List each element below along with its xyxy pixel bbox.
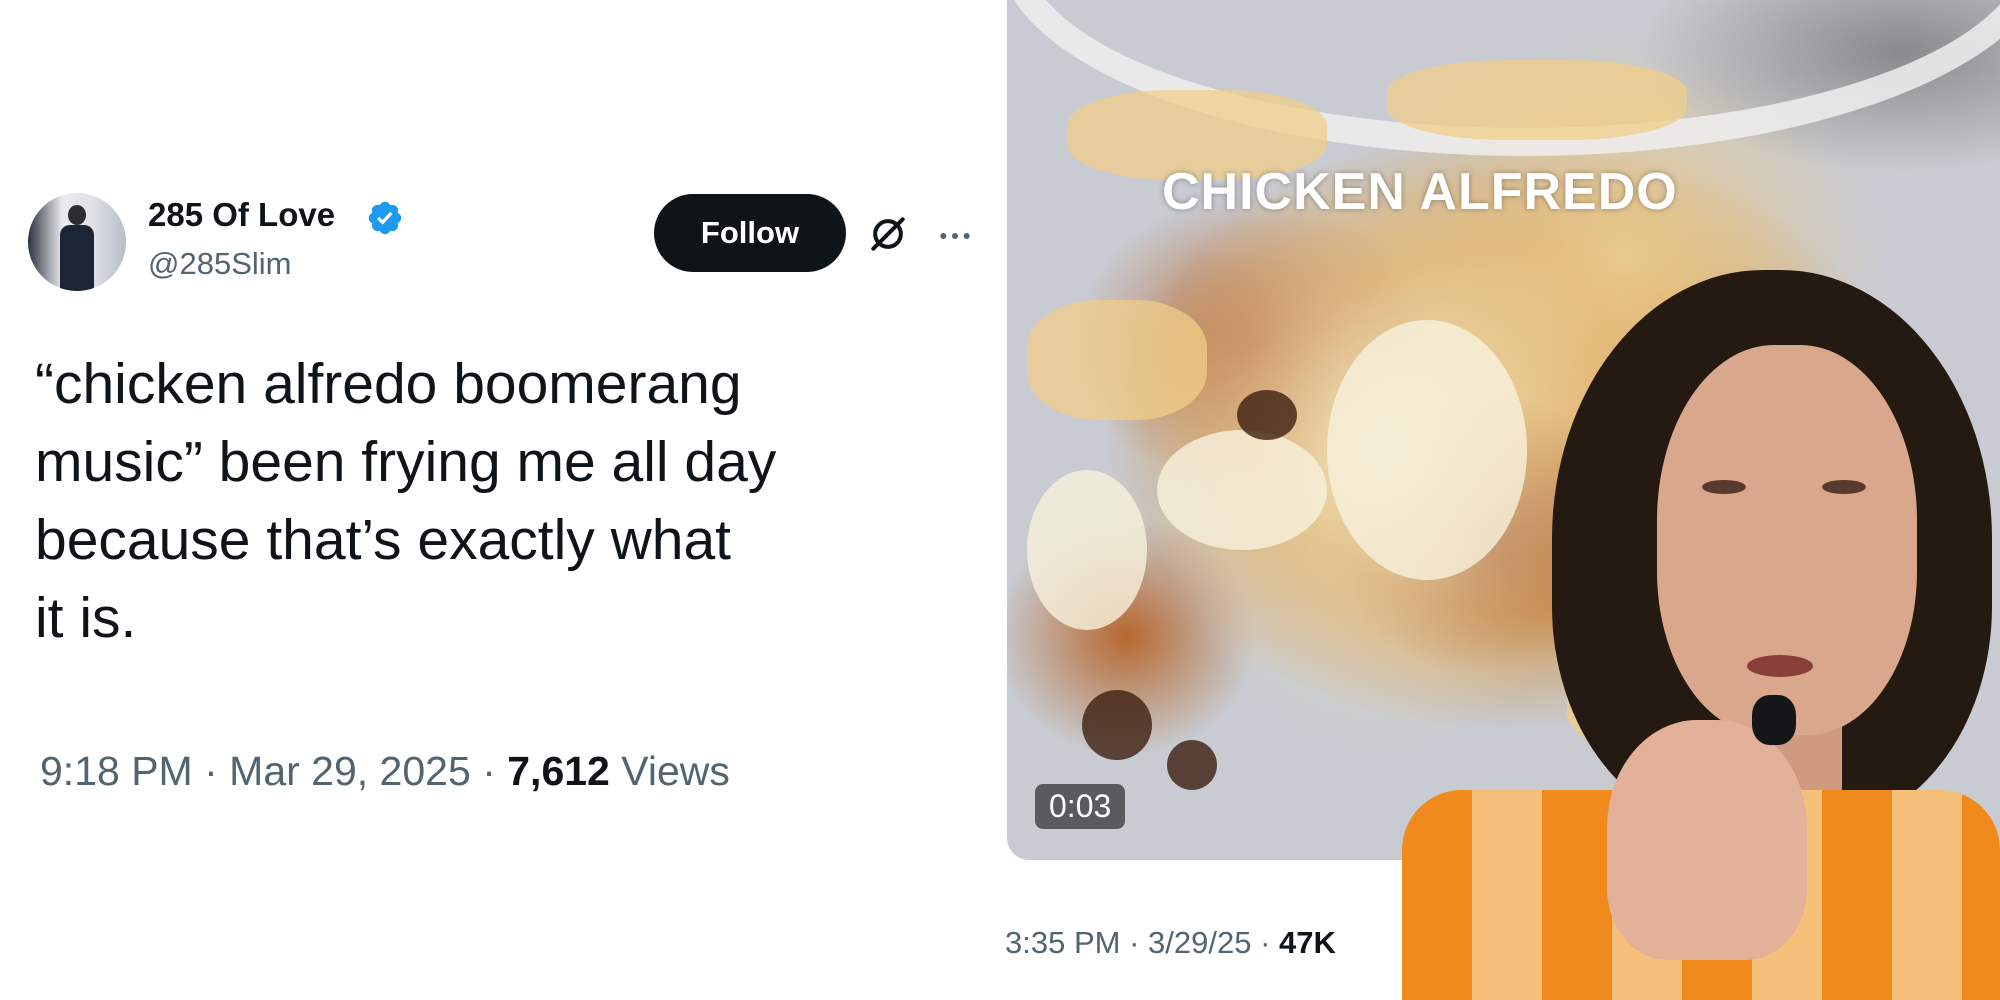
tweet-text-line: it is. [35,586,137,650]
char-spot [1237,390,1297,440]
tweet-text: “chicken alfredo boomerang music” been f… [35,345,990,657]
tweet-meta: 9:18 PM · Mar 29, 2025 · 7,612 Views [40,748,730,795]
avatar[interactable] [28,193,126,291]
verified-badge-icon [368,201,402,235]
video-caption: CHICKEN ALFREDO [1162,163,1678,221]
views-label: Views [621,748,730,794]
pasta-shape [1387,60,1687,140]
sauce-blob [1027,470,1147,630]
video-views-count: 47K [1279,925,1336,960]
earbud [1752,695,1796,745]
meta-separator: · [1260,925,1271,960]
sauce-blob [1157,430,1327,550]
person-eye [1822,480,1866,494]
pasta-shape [1027,300,1207,420]
display-name[interactable]: 285 Of Love [148,196,335,234]
tweet-text-line: because that’s exactly what [35,508,732,572]
meta-separator: · [482,748,496,794]
char-spot [1082,690,1152,760]
tweet-text-line: music” been frying me all day [35,430,777,494]
video-post-time[interactable]: 3:35 PM [1005,925,1120,960]
person-eye [1702,480,1746,494]
video-post-date[interactable]: 3/29/25 [1148,925,1251,960]
follow-button[interactable]: Follow [654,194,846,272]
avatar-torso [60,225,94,291]
person-mouth [1747,655,1813,677]
person-hand [1607,720,1807,960]
user-handle[interactable]: @285Slim [148,246,291,282]
grok-icon[interactable] [866,212,910,256]
views-count: 7,612 [507,748,610,794]
meta-separator: · [1129,925,1140,960]
more-icon[interactable] [935,216,975,256]
tweet-time[interactable]: 9:18 PM [40,748,193,794]
tweet-date[interactable]: Mar 29, 2025 [229,748,471,794]
tweet-text-line: “chicken alfredo boomerang [35,352,742,416]
video-post: CHICKEN ALFREDO 0:03 3:35 PM · 3/29/25 ·… [1005,0,2000,1000]
avatar-head [68,205,86,225]
tweet-card: 285 Of Love @285Slim Follow “chicken alf… [0,0,1005,1000]
person-overlay [1402,270,2000,1000]
meta-separator: · [204,748,218,794]
video-timestamp: 0:03 [1035,784,1126,829]
video-post-meta: 3:35 PM · 3/29/25 · 47K [1005,925,1336,961]
char-spot [1167,740,1217,790]
avatar-figure [58,205,96,291]
